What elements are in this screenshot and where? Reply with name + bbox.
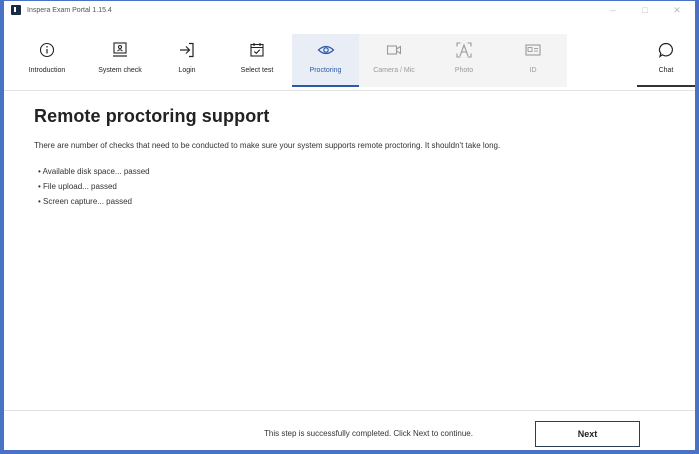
main-content: Remote proctoring support There are numb… xyxy=(34,106,675,209)
step-label: Select test xyxy=(240,67,274,74)
step-introduction[interactable]: Introduction xyxy=(4,34,90,87)
step-id: ID xyxy=(501,34,565,87)
window-title: Inspera Exam Portal 1.15.4 xyxy=(27,6,112,14)
close-button[interactable]: ✕ xyxy=(661,1,693,19)
step-label: Login xyxy=(178,67,196,74)
calendar-check-icon xyxy=(247,40,267,60)
chat-tab[interactable]: Chat xyxy=(637,34,695,87)
chat-bubble-icon xyxy=(656,40,676,60)
chat-label: Chat xyxy=(658,67,674,74)
step-label: Photo xyxy=(454,67,474,74)
page-title: Remote proctoring support xyxy=(34,106,270,126)
step-select-test[interactable]: Select test xyxy=(226,34,288,87)
next-button[interactable]: Next xyxy=(535,421,640,447)
nav-divider xyxy=(4,90,695,91)
minimize-button[interactable]: – xyxy=(597,1,629,19)
footer-divider xyxy=(4,410,695,411)
step-label: System check xyxy=(98,67,142,74)
check-screen-capture: Screen capture... passed xyxy=(34,194,675,209)
computer-check-icon xyxy=(110,40,130,60)
footer-message: This step is successfully completed. Cli… xyxy=(264,429,473,438)
step-camera-mic: Camera / Mic xyxy=(359,34,429,87)
check-list: Available disk space... passed File uplo… xyxy=(34,164,675,209)
info-icon xyxy=(37,40,57,60)
app-logo-icon xyxy=(11,5,21,15)
step-proctoring[interactable]: Proctoring xyxy=(292,34,359,87)
eye-icon xyxy=(316,40,336,60)
step-system-check[interactable]: System check xyxy=(84,34,156,87)
id-card-icon xyxy=(523,40,543,60)
check-file-upload: File upload... passed xyxy=(34,179,675,194)
title-bar: Inspera Exam Portal 1.15.4 – □ ✕ xyxy=(4,1,695,19)
face-scan-icon xyxy=(454,40,474,60)
step-photo: Photo xyxy=(432,34,496,87)
intro-text: There are number of checks that need to … xyxy=(34,141,501,150)
app-window: Inspera Exam Portal 1.15.4 – □ ✕ Introdu… xyxy=(0,0,699,454)
step-label: Introduction xyxy=(28,67,66,74)
check-disk-space: Available disk space... passed xyxy=(34,164,675,179)
step-label: Proctoring xyxy=(309,67,342,74)
maximize-button[interactable]: □ xyxy=(629,1,661,19)
step-label: ID xyxy=(529,67,537,74)
camera-icon xyxy=(384,40,404,60)
step-navigation: Introduction System check Login Select t… xyxy=(4,34,695,87)
login-arrow-icon xyxy=(177,40,197,60)
window-controls: – □ ✕ xyxy=(597,1,693,19)
step-label: Camera / Mic xyxy=(373,67,415,74)
step-login[interactable]: Login xyxy=(162,34,212,87)
